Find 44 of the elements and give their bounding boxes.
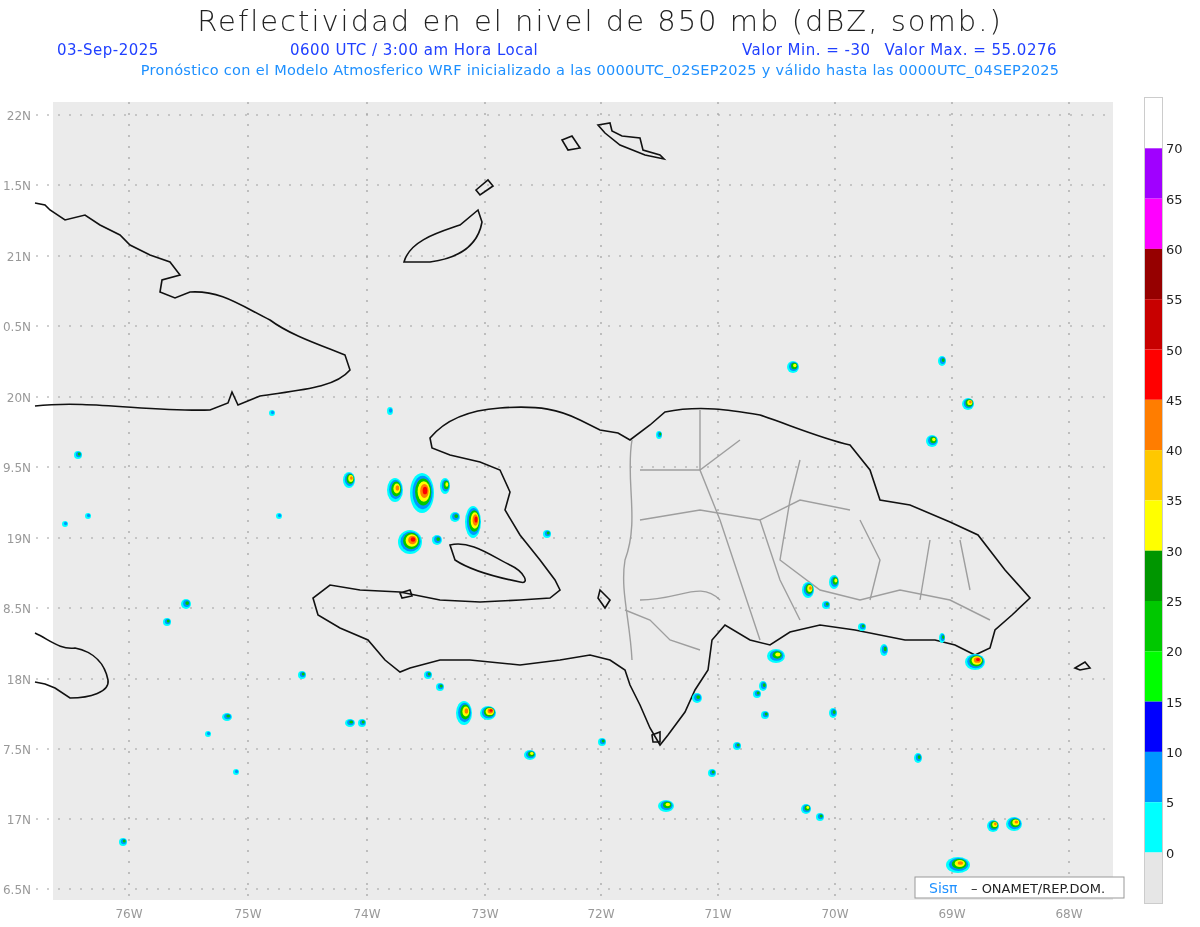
date-label: 03-Sep-2025 [57,40,160,60]
credit-text: – ONAMET/REP.DOM. [971,881,1106,896]
longitude-label: 68W [1055,907,1083,921]
min-value-label: Valor Min. = -30 [742,40,871,60]
colorbar-label: 45 [1166,392,1183,408]
longitude-label: 69W [938,907,966,921]
colorbar-label: 10 [1166,744,1183,760]
colorbar-label: 15 [1166,694,1183,710]
colorbar-label: 50 [1166,342,1183,358]
latitude-label: 9.5N [2,461,31,475]
credit-logo: Sisπ [929,880,958,896]
latitude-label: 18N [6,673,31,687]
longitude-label: 76W [115,907,143,921]
latitude-label: 1.5N [2,179,31,193]
longitude-label: 75W [234,907,262,921]
time-label: 0600 UTC / 3:00 am Hora Local [290,40,540,60]
latitude-label: 20N [6,391,31,405]
latitude-label: 22N [6,109,31,123]
latitude-label: 19N [6,532,31,546]
colorbar-label: 70 [1166,141,1183,157]
max-value-label: Valor Max. = 55.0276 [884,40,1058,60]
colorbar-label: 25 [1166,594,1183,609]
subtitle: Pronóstico con el Modelo Atmosferico WRF inicializado a las 0000UTC_02SEP2025 y válido hasta las 0000UTC_04SEP2025 [140,61,1060,80]
longitude-label: 70W [821,907,849,921]
longitude-label: 72W [587,907,615,921]
colorbar-label: 60 [1166,241,1183,257]
latitude-label: 7.5N [2,743,31,757]
colorbar-label: 5 [1166,795,1175,811]
latitude-label: 8.5N [2,602,31,616]
colorbar-label: 40 [1166,443,1183,459]
longitude-label: 73W [471,907,499,921]
longitude-label: 74W [353,907,381,921]
colorbar-label: 65 [1166,191,1183,207]
latitude-label: 17N [6,813,31,827]
colorbar-label: 35 [1166,493,1183,509]
colorbar-label: 55 [1166,292,1183,308]
colorbar-label: 30 [1166,543,1183,559]
latitude-label: 6.5N [2,883,31,897]
chart-title: Reflectividad en el nivel de 850 mb (dBZ, somb.) [197,3,1003,40]
longitude-label: 71W [704,907,732,921]
colorbar-label: 0 [1166,845,1175,861]
latitude-label: 0.5N [2,320,31,334]
colorbar-label: 20 [1166,644,1183,660]
latitude-label: 21N [6,250,31,264]
